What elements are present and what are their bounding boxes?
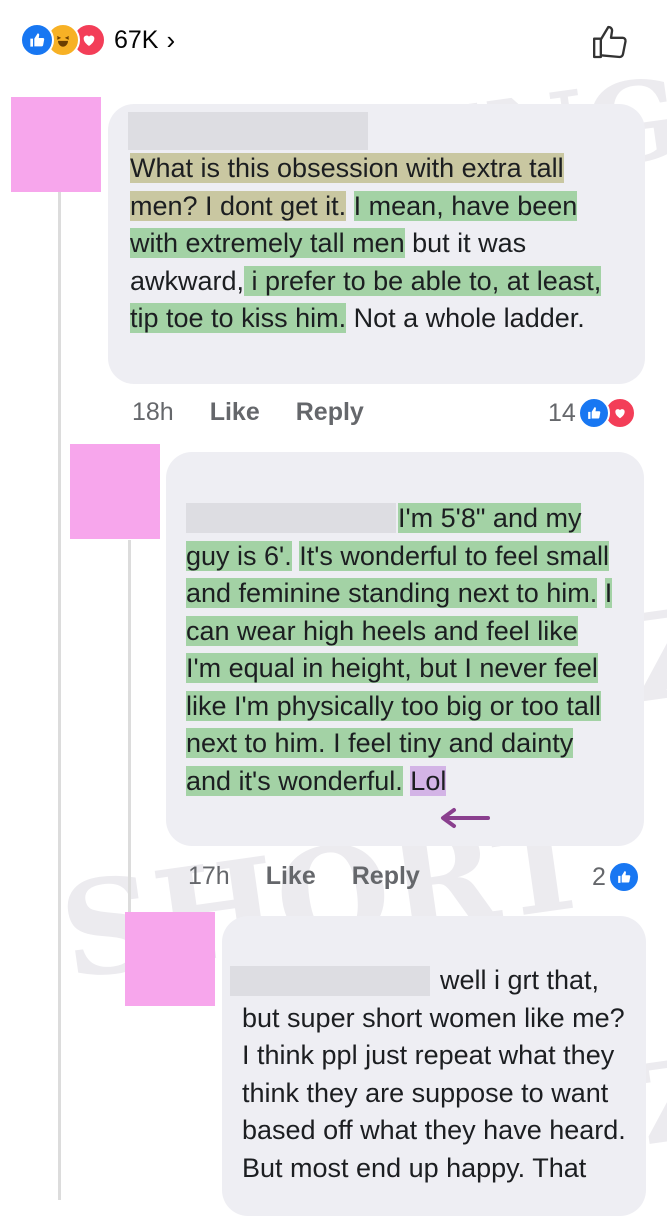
comment-time: 17h	[188, 862, 230, 890]
avatar[interactable]	[70, 444, 160, 539]
avatar[interactable]	[125, 912, 215, 1006]
reaction-count: 67K	[114, 25, 159, 54]
comment-text: What is this obsession with extra tall m…	[130, 153, 602, 333]
chevron-right-icon: ›	[166, 24, 176, 55]
reactions-summary[interactable]: 67K ›	[20, 22, 175, 58]
comment-actions: 17h Like Reply	[188, 862, 456, 891]
left-arrow-icon	[441, 808, 490, 828]
like-action[interactable]: Like	[266, 862, 316, 891]
comment-time: 18h	[132, 398, 174, 426]
reaction-count: 2	[592, 862, 606, 891]
comment-actions: 18h Like Reply	[132, 398, 400, 427]
like-action[interactable]: Like	[210, 398, 260, 427]
comment-text: well i grt that, but super short women l…	[242, 965, 626, 1183]
thread-line	[58, 190, 61, 1200]
comment-reactions[interactable]: 2	[592, 861, 640, 893]
reply-action[interactable]: Reply	[352, 862, 420, 891]
like-button-icon[interactable]	[590, 22, 630, 62]
like-icon	[577, 397, 610, 429]
like-icon	[607, 861, 640, 893]
thread-line	[128, 540, 131, 920]
comment-reactions[interactable]: 14	[548, 397, 636, 429]
author-name-redacted[interactable]	[128, 112, 368, 150]
avatar[interactable]	[11, 97, 101, 192]
reaction-count: 14	[548, 398, 576, 427]
comment-text: I'm 5'8" and my guy is 6'. It's wonderfu…	[186, 503, 613, 796]
reply-action[interactable]: Reply	[296, 398, 364, 427]
like-reaction-icon	[20, 23, 54, 57]
